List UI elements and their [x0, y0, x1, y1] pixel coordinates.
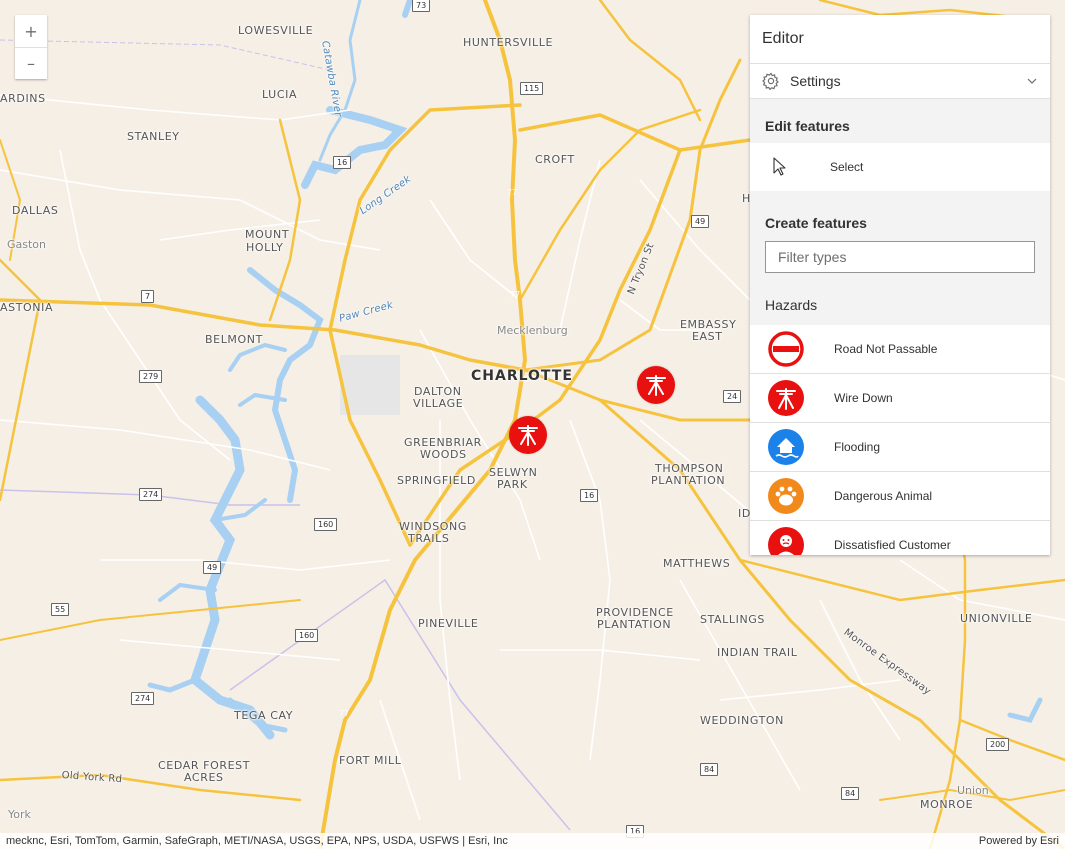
select-label: Select	[830, 160, 864, 174]
place-label: MONROE	[920, 798, 974, 811]
attribution-bar: mecknc, Esri, TomTom, Garmin, SafeGraph,…	[0, 833, 1065, 849]
interstate-shield: 77	[502, 183, 522, 201]
route-shield: 115	[520, 82, 544, 95]
place-label: MOUNT	[245, 228, 290, 241]
place-label: CROFT	[535, 153, 575, 166]
route-shield: 73	[412, 0, 431, 12]
place-label: PARK	[497, 478, 528, 491]
route-shield: 16	[333, 156, 352, 169]
feature-type-label: Wire Down	[834, 391, 893, 405]
zoom-control: + –	[15, 15, 47, 79]
route-shield: 274	[131, 692, 155, 705]
utility-pole-icon	[646, 375, 666, 396]
place-label: PLANTATION	[651, 474, 726, 487]
unhappy-face-icon	[768, 527, 804, 555]
cursor-icon	[773, 157, 786, 176]
utility-pole-icon	[518, 425, 538, 446]
edit-features-section: Edit features Select Create features Haz…	[750, 99, 1050, 325]
select-tool-button[interactable]: Select	[750, 143, 1050, 191]
feature-type-dangerous-animal[interactable]: Dangerous Animal	[750, 472, 1050, 521]
editor-title: Editor	[750, 15, 1050, 64]
place-label: WEDDINGTON	[700, 714, 784, 727]
zoom-in-button[interactable]: +	[15, 15, 47, 47]
route-shield: 279	[139, 370, 163, 383]
route-shield: 160	[314, 518, 338, 531]
place-label: STANLEY	[127, 130, 180, 143]
route-shield: 274	[139, 488, 163, 501]
place-label: ACRES	[184, 771, 224, 784]
editor-panel: Editor Settings Edit features Select Cre…	[750, 15, 1050, 555]
feature-type-label: Dangerous Animal	[834, 489, 933, 503]
wire-down-marker[interactable]	[637, 366, 675, 404]
interstate-shield: 77	[505, 285, 525, 303]
paw-icon	[768, 478, 804, 514]
region-label: York	[8, 808, 31, 821]
place-label: ID	[738, 507, 751, 520]
gear-icon	[762, 72, 779, 90]
flood-house-icon	[768, 429, 804, 465]
route-shield: 200	[986, 738, 1010, 751]
filter-types-input[interactable]	[765, 241, 1035, 273]
place-label: HOLLY	[246, 241, 284, 254]
place-label: FORT MILL	[339, 754, 402, 767]
place-label: INDIAN TRAIL	[717, 646, 798, 659]
route-shield: 16	[580, 489, 599, 502]
place-label: EAST	[692, 330, 723, 343]
edit-features-heading: Edit features	[765, 118, 850, 134]
place-label: SPRINGFIELD	[397, 474, 476, 487]
place-label: TEGA CAY	[234, 709, 294, 722]
route-shield: 49	[691, 215, 710, 228]
feature-type-label: Flooding	[834, 440, 881, 454]
no-entry-icon	[768, 331, 804, 367]
place-label: MATTHEWS	[663, 557, 731, 570]
feature-type-dissatisfied-customer[interactable]: Dissatisfied Customer	[750, 521, 1050, 555]
place-label: UNIONVILLE	[960, 612, 1033, 625]
feature-type-label: Road Not Passable	[834, 342, 938, 356]
feature-type-label: Dissatisfied Customer	[834, 538, 951, 552]
region-label: Mecklenburg	[497, 324, 568, 337]
zoom-out-button[interactable]: –	[15, 47, 47, 79]
filter-wrapper	[750, 241, 1050, 285]
wire-down-marker[interactable]	[509, 416, 547, 454]
feature-type-wire-down[interactable]: Wire Down	[750, 374, 1050, 423]
route-shield: 55	[51, 603, 70, 616]
route-shield: 49	[203, 561, 222, 574]
chevron-down-icon	[1027, 78, 1037, 84]
settings-toggle[interactable]: Settings	[750, 64, 1050, 99]
place-label: TRAILS	[408, 532, 450, 545]
city-label-charlotte: CHARLOTTE	[471, 368, 573, 384]
route-shield: 160	[295, 629, 319, 642]
place-label: PINEVILLE	[418, 617, 479, 630]
route-shield: 84	[841, 787, 860, 800]
hazards-group-heading: Hazards	[765, 297, 818, 313]
utility-pole-icon	[768, 380, 804, 416]
place-label: VILLAGE	[413, 397, 464, 410]
place-label: STALLINGS	[700, 613, 766, 626]
feature-type-flooding[interactable]: Flooding	[750, 423, 1050, 472]
feature-type-road-not-passable[interactable]: Road Not Passable	[750, 325, 1050, 374]
place-label: ASTONIA	[0, 301, 54, 314]
airport-area	[340, 355, 400, 415]
region-label: Gaston	[7, 238, 47, 251]
place-label: HUNTERSVILLE	[463, 36, 554, 49]
place-label: ARDINS	[0, 92, 46, 105]
place-label: LOWESVILLE	[238, 24, 314, 37]
powered-by-esri[interactable]: Powered by Esri	[979, 833, 1059, 849]
place-label: PLANTATION	[597, 618, 672, 631]
place-label: WOODS	[420, 448, 467, 461]
region-label: Union	[957, 784, 989, 797]
route-shield: 84	[700, 763, 719, 776]
route-shield: 7	[141, 290, 155, 303]
route-shield: 24	[723, 390, 742, 403]
create-features-heading: Create features	[765, 215, 867, 231]
place-label: BELMONT	[205, 333, 263, 346]
place-label: LUCIA	[262, 88, 298, 101]
interstate-shield: 77	[334, 704, 354, 722]
settings-label: Settings	[790, 73, 841, 89]
place-label: DALLAS	[12, 204, 59, 217]
attribution-text[interactable]: mecknc, Esri, TomTom, Garmin, SafeGraph,…	[6, 833, 508, 849]
